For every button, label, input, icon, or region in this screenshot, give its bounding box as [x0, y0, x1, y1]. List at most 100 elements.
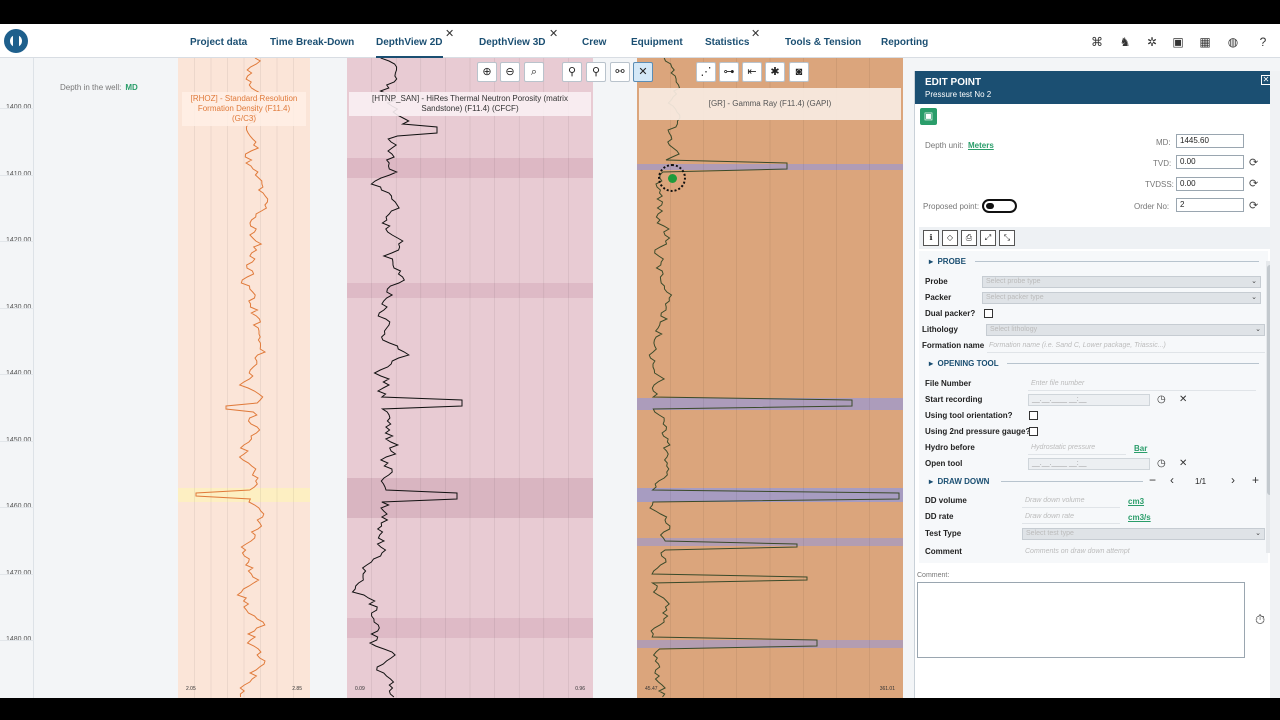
tvdss-label: TVDSS:: [1145, 180, 1174, 189]
tab-time-break-down[interactable]: Time Break-Down: [270, 24, 354, 58]
second-gauge-checkbox[interactable]: [1029, 427, 1038, 436]
refresh-order-icon[interactable]: ⟳: [1249, 200, 1258, 212]
packer-select[interactable]: Select packer type ⌄: [982, 292, 1261, 304]
probe-select[interactable]: Select probe type ⌄: [982, 276, 1261, 288]
dd-comment-input[interactable]: Comments on draw down attempt: [1025, 548, 1130, 555]
add-attempt-icon[interactable]: +: [1252, 474, 1259, 486]
input-underline: [1022, 507, 1120, 508]
collapse-icon[interactable]: ⤡: [999, 230, 1015, 246]
track-htnp-san[interactable]: [HTNP_SAN] - HiRes Thermal Neutron Poros…: [347, 58, 593, 698]
eraser-icon[interactable]: ◇: [942, 230, 958, 246]
comment-textarea[interactable]: [917, 582, 1245, 658]
camera-icon[interactable]: ◙: [789, 62, 809, 82]
previous-icon[interactable]: ‹: [1170, 474, 1174, 486]
dd-volume-label: DD volume: [925, 496, 967, 505]
hydro-before-input[interactable]: Hydrostatic pressure: [1031, 444, 1095, 451]
globe-icon[interactable]: ◍: [1226, 35, 1240, 49]
start-recording-datetime[interactable]: __.__.____ __:__: [1028, 394, 1150, 406]
pressure-point-marker[interactable]: [658, 164, 686, 192]
history-icon[interactable]: ◷: [1157, 459, 1166, 469]
comment-label: Comment:: [917, 572, 950, 579]
dd-rate-unit-link[interactable]: cm3/s: [1128, 513, 1151, 522]
proposed-point-toggle[interactable]: [982, 199, 1017, 213]
clear-icon[interactable]: ✕: [1179, 395, 1187, 405]
graph-icon[interactable]: ⊶: [719, 62, 739, 82]
order-no-input[interactable]: 2: [1176, 198, 1244, 212]
depth-unit-link[interactable]: Meters: [968, 141, 994, 150]
depth-gridline: [0, 440, 34, 442]
page-scrollbar[interactable]: [1270, 71, 1280, 698]
zoom-fit-icon[interactable]: ⌕: [524, 62, 544, 82]
zoom-out-icon[interactable]: ⊖: [500, 62, 520, 82]
track-gr[interactable]: [GR] - Gamma Ray (F11.4) (GAPI) 45.47 36…: [637, 58, 903, 698]
timer-icon[interactable]: ⏱: [1255, 612, 1265, 628]
bug-icon[interactable]: ✱: [765, 62, 785, 82]
lithology-label: Lithology: [922, 325, 958, 334]
depth-axis: 1400.001410.001420.001430.001440.001450.…: [0, 58, 34, 698]
tvdss-input[interactable]: 0.00: [1176, 177, 1244, 191]
track-rhoz[interactable]: [RHOZ] - Standard Resolution Formation D…: [178, 58, 310, 698]
track-header-gr: [GR] - Gamma Ray (F11.4) (GAPI): [639, 88, 901, 120]
tab-tools-tension[interactable]: Tools & Tension: [785, 24, 861, 58]
tab-statistics-close-icon[interactable]: ✕: [751, 28, 760, 40]
dual-packer-checkbox[interactable]: [984, 309, 993, 318]
save-icon[interactable]: ▣: [920, 108, 937, 125]
section-opening-tool[interactable]: ▸ OPENING TOOL: [929, 359, 999, 368]
track-scale-min: 2.05: [186, 686, 196, 692]
runner-icon[interactable]: ♞: [1118, 35, 1132, 49]
file-number-input[interactable]: Enter file number: [1031, 380, 1084, 387]
open-tool-label: Open tool: [925, 459, 963, 468]
remove-attempt-icon[interactable]: −: [1149, 474, 1156, 486]
history-icon[interactable]: ◷: [1157, 395, 1166, 405]
test-type-select[interactable]: Select test type ⌄: [1022, 528, 1265, 540]
section-draw-down[interactable]: ▸ DRAW DOWN: [929, 477, 989, 486]
tab-statistics[interactable]: Statistics: [705, 24, 749, 58]
close-tool-icon[interactable]: ✕: [633, 62, 653, 82]
app-logo-icon[interactable]: [4, 29, 28, 53]
tab-label: Time Break-Down: [270, 37, 355, 48]
section-probe[interactable]: ▸ PROBE: [929, 257, 966, 266]
next-icon[interactable]: ›: [1231, 474, 1235, 486]
formation-name-input[interactable]: Formation name (i.e. Sand C, Lower packa…: [989, 342, 1166, 349]
gear-bug-icon[interactable]: ✲: [1145, 35, 1159, 49]
lithology-select[interactable]: Select lithology ⌄: [986, 324, 1265, 336]
refresh-tvdss-icon[interactable]: ⟳: [1249, 178, 1258, 190]
tool-orientation-checkbox[interactable]: [1029, 411, 1038, 420]
truck-icon[interactable]: ▣: [1171, 35, 1185, 49]
crossplot-icon[interactable]: ⋰: [696, 62, 716, 82]
tab-project-data[interactable]: Project data: [190, 24, 247, 58]
tab-depthview-2d-close-icon[interactable]: ✕: [445, 28, 454, 40]
order-no-label: Order No:: [1134, 202, 1170, 211]
tab-depthview-2d[interactable]: DepthView 2D: [376, 24, 443, 58]
info-icon[interactable]: ℹ: [923, 230, 939, 246]
calendar-icon[interactable]: ▦: [1198, 35, 1212, 49]
tab-label: DepthView 3D: [479, 37, 546, 48]
tab-label: DepthView 2D: [376, 37, 443, 48]
dd-rate-input[interactable]: Draw down rate: [1025, 513, 1074, 520]
tab-equipment[interactable]: Equipment: [631, 24, 683, 58]
zoom-in-icon[interactable]: ⊕: [477, 62, 497, 82]
tab-depthview-3d[interactable]: DepthView 3D: [479, 24, 546, 58]
help-icon[interactable]: ?: [1256, 35, 1270, 49]
tvd-input[interactable]: 0.00: [1176, 155, 1244, 169]
export-icon[interactable]: ⎙: [961, 230, 977, 246]
pin-icon[interactable]: ⚲: [562, 62, 582, 82]
tab-depthview-3d-close-icon[interactable]: ✕: [549, 28, 558, 40]
dd-volume-input[interactable]: Draw down volume: [1025, 497, 1085, 504]
link-pin-icon[interactable]: ⚯: [610, 62, 630, 82]
depth-mode-value[interactable]: MD: [125, 83, 137, 92]
share-icon[interactable]: ⇤: [742, 62, 762, 82]
dd-volume-unit-link[interactable]: cm3: [1128, 497, 1144, 506]
tab-reporting[interactable]: Reporting: [881, 24, 928, 58]
tab-crew[interactable]: Crew: [582, 24, 606, 58]
multi-pin-icon[interactable]: ⚲: [586, 62, 606, 82]
hierarchy-icon[interactable]: ⌘: [1090, 35, 1104, 49]
refresh-tvd-icon[interactable]: ⟳: [1249, 157, 1258, 169]
input-underline: [1022, 523, 1120, 524]
hydro-unit-link[interactable]: Bar: [1134, 444, 1147, 453]
expand-icon[interactable]: ⤢: [980, 230, 996, 246]
open-tool-datetime[interactable]: __.__.____ __:__: [1028, 458, 1150, 470]
md-input[interactable]: 1445.60: [1176, 134, 1244, 148]
packer-placeholder: Select packer type: [986, 294, 1044, 301]
clear-icon[interactable]: ✕: [1179, 459, 1187, 469]
